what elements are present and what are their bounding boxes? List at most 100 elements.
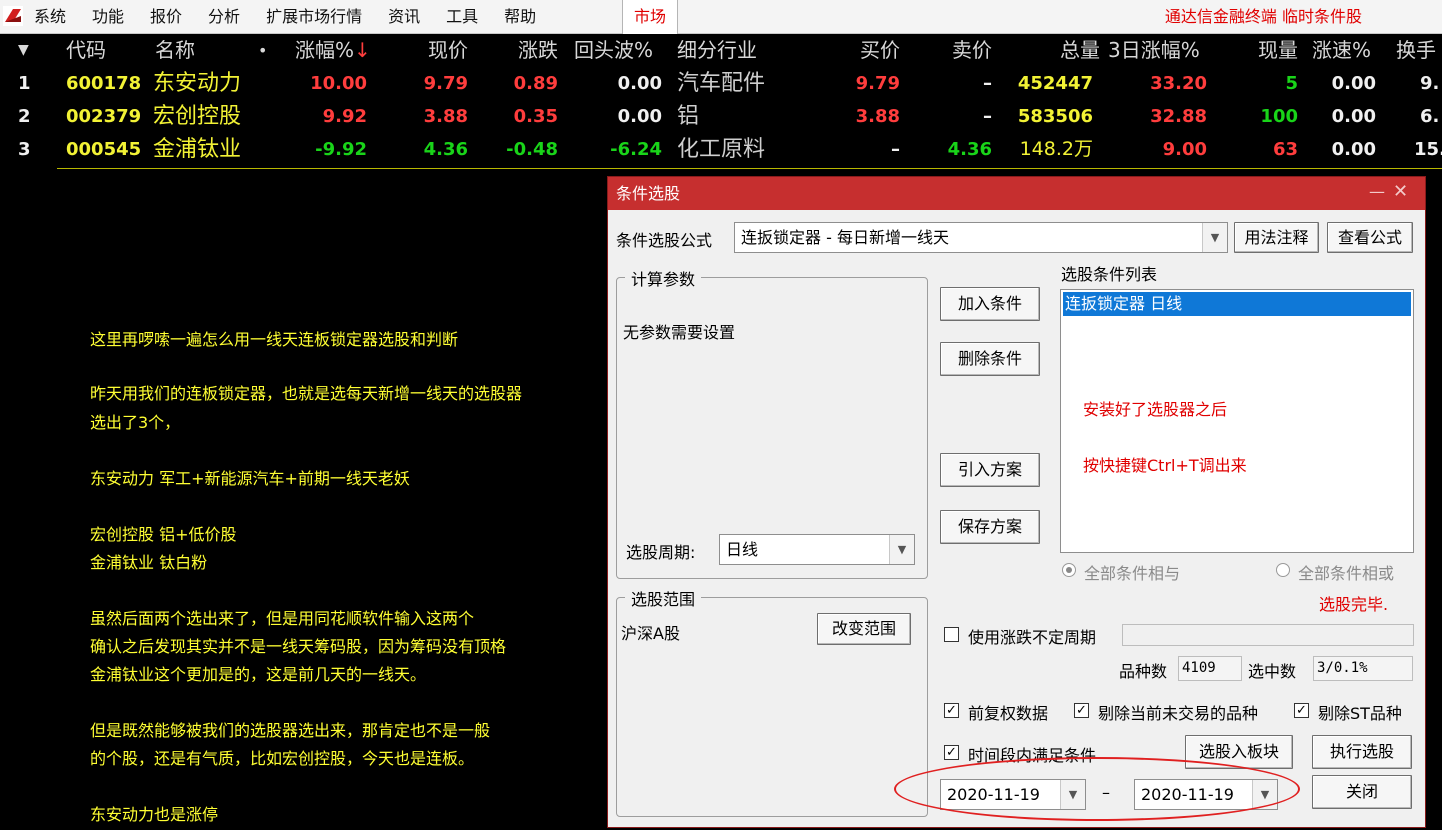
speed: 0.00 [1331, 73, 1376, 94]
change-pct: 9.92 [322, 106, 367, 127]
industry: 化工原料 [677, 137, 766, 162]
col-header-price[interactable]: 现价 [390, 34, 468, 67]
menu-items: 系统 功能 报价 分析 扩展市场行情 资讯 工具 帮助 [34, 0, 562, 34]
change: 0.35 [513, 106, 558, 127]
bid: – [891, 139, 900, 160]
row-index: 2 [18, 106, 31, 127]
radio-all-or[interactable] [1276, 563, 1290, 577]
annotation-line: 昨天用我们的连板锁定器，也就是选每天新增一线天的选股器 [90, 384, 523, 403]
table-row[interactable]: 3 000545 金浦钛业 -9.92 4.36 -0.48 -6.24 化工原… [0, 133, 1442, 166]
exclude-st-checkbox[interactable]: ✓ [1294, 703, 1309, 718]
row-index: 1 [18, 73, 31, 94]
usage-notes-button[interactable]: 用法注释 [1234, 222, 1319, 253]
add-condition-button[interactable]: 加入条件 [940, 287, 1040, 321]
col-header-volume[interactable]: 总量 [1010, 34, 1100, 67]
row-index: 3 [18, 139, 31, 160]
col-header-industry[interactable]: 细分行业 [677, 34, 757, 67]
change-3day: 9.00 [1162, 139, 1207, 160]
list-item[interactable]: 连扳锁定器 日线 [1063, 292, 1411, 316]
annotation-line: 虽然后面两个选出来了，但是用同花顺软件输入这两个 [90, 609, 475, 628]
annotation-line: 确认之后发现其实并不是一线天筹码股，因为筹码没有顶格 [90, 637, 507, 656]
stock-count-value: 4109 [1182, 660, 1216, 676]
dialog-titlebar[interactable]: 条件选股 — ✕ [608, 177, 1425, 210]
col-header-name[interactable]: 名称 [155, 34, 195, 67]
annotation-line: 选出了3个， [90, 413, 181, 432]
change: 0.89 [513, 73, 558, 94]
sort-desc-icon: ↓ [354, 38, 371, 62]
menu-function[interactable]: 功能 [92, 0, 124, 34]
annotation-line: 但是既然能够被我们的选股器选出来，那肯定也不是一般 [90, 721, 491, 740]
menu-system[interactable]: 系统 [34, 0, 66, 34]
menu-news[interactable]: 资讯 [388, 0, 420, 34]
col-header-dot: • [258, 41, 268, 60]
radio-all-or-label: 全部条件相或 [1298, 564, 1395, 583]
change-3day: 32.88 [1150, 106, 1207, 127]
exclude-st-label: 剔除ST品种 [1318, 704, 1402, 723]
save-plan-button[interactable]: 保存方案 [940, 510, 1040, 544]
scope-value: 沪深A股 [621, 624, 680, 643]
col-header-turnover[interactable]: 换手 [1396, 34, 1436, 67]
stock-count-label: 品种数 [1119, 662, 1168, 681]
highlight-ellipse [894, 757, 1300, 821]
radio-all-and[interactable] [1062, 563, 1076, 577]
turnover: 6. [1420, 106, 1440, 127]
market-tab[interactable]: 市场 [622, 0, 678, 34]
view-formula-button[interactable]: 查看公式 [1327, 222, 1413, 253]
minimize-icon[interactable]: — [1369, 182, 1385, 202]
import-plan-button[interactable]: 引入方案 [940, 453, 1040, 487]
table-row[interactable]: 2 002379 宏创控股 9.92 3.88 0.35 0.00 铝 3.88… [0, 100, 1442, 133]
variable-period-label: 使用涨跌不定周期 [968, 628, 1097, 647]
col-header-pullback[interactable]: 回头波% [574, 34, 653, 67]
variable-period-field[interactable] [1122, 624, 1414, 646]
close-icon[interactable]: ✕ [1393, 181, 1409, 203]
stock-code: 600178 [66, 73, 142, 94]
pre-adjust-label: 前复权数据 [968, 704, 1049, 723]
pre-adjust-checkbox[interactable]: ✓ [944, 703, 959, 718]
col-header-change-pct[interactable]: 涨幅%↓ [295, 34, 371, 67]
current-volume: 5 [1285, 73, 1298, 94]
turnover: 9. [1420, 73, 1440, 94]
change-3day: 33.20 [1150, 73, 1207, 94]
menu-analysis[interactable]: 分析 [208, 0, 240, 34]
variable-period-checkbox[interactable] [944, 627, 959, 642]
current-volume: 100 [1260, 106, 1298, 127]
annotation-line: 东安动力也是涨停 [90, 805, 219, 824]
annotation-line: 金浦钛业这个更加是的，这是前几天的一线天。 [90, 665, 427, 684]
col-header-code[interactable]: 代码 [66, 34, 106, 67]
menu-quote[interactable]: 报价 [150, 0, 182, 34]
close-button[interactable]: 关闭 [1312, 775, 1412, 809]
condition-list[interactable]: 连扳锁定器 日线 安装好了选股器之后 按快捷键Ctrl+T调出来 [1060, 289, 1414, 553]
col-header-current-volume[interactable]: 现量 [1236, 34, 1298, 67]
condition-list-label: 选股条件列表 [1061, 265, 1158, 284]
formula-value: 连扳锁定器 - 每日新增一线天 [741, 228, 949, 247]
col-header-speed[interactable]: 涨速% [1312, 34, 1371, 67]
col-header-ask[interactable]: 卖价 [910, 34, 992, 67]
chevron-down-icon[interactable]: ▼ [889, 535, 914, 564]
col-header-bid[interactable]: 买价 [820, 34, 900, 67]
delete-condition-button[interactable]: 删除条件 [940, 342, 1040, 376]
menu-extended-market[interactable]: 扩展市场行情 [266, 0, 362, 34]
col-header-change[interactable]: 涨跌 [480, 34, 558, 67]
chevron-down-icon[interactable]: ▼ [1202, 223, 1227, 252]
execute-selection-button[interactable]: 执行选股 [1312, 735, 1412, 769]
selected-count-value: 3/0.1% [1317, 660, 1368, 676]
menu-tools[interactable]: 工具 [446, 0, 478, 34]
time-range-checkbox[interactable]: ✓ [944, 745, 959, 760]
table-row[interactable]: 1 600178 东安动力 10.00 9.79 0.89 0.00 汽车配件 … [0, 67, 1442, 100]
sort-menu-icon[interactable]: ▼ [18, 34, 29, 67]
exclude-untraded-label: 剔除当前未交易的品种 [1098, 704, 1259, 723]
formula-select[interactable]: 连扳锁定器 - 每日新增一线天 ▼ [734, 222, 1228, 253]
annotation-line: 宏创控股 铝+低价股 [90, 525, 237, 544]
annotation-line: 这里再啰嗦一遍怎么用一线天连板锁定器选股和判断 [90, 330, 459, 349]
exclude-untraded-checkbox[interactable]: ✓ [1074, 703, 1089, 718]
pullback: 0.00 [617, 73, 662, 94]
col-header-3day-change[interactable]: 3日涨幅% [1108, 34, 1200, 67]
status-text: 选股完毕. [1319, 595, 1389, 614]
change-scope-button[interactable]: 改变范围 [817, 613, 911, 645]
scope-group: 选股范围 沪深A股 改变范围 [616, 586, 928, 817]
menu-bar: 系统 功能 报价 分析 扩展市场行情 资讯 工具 帮助 市场 通达信金融终端 临… [0, 0, 1442, 34]
menu-help[interactable]: 帮助 [504, 0, 536, 34]
terminal-title: 通达信金融终端 临时条件股 [1164, 7, 1362, 26]
period-select[interactable]: 日线 ▼ [719, 534, 915, 565]
bid: 3.88 [855, 106, 900, 127]
